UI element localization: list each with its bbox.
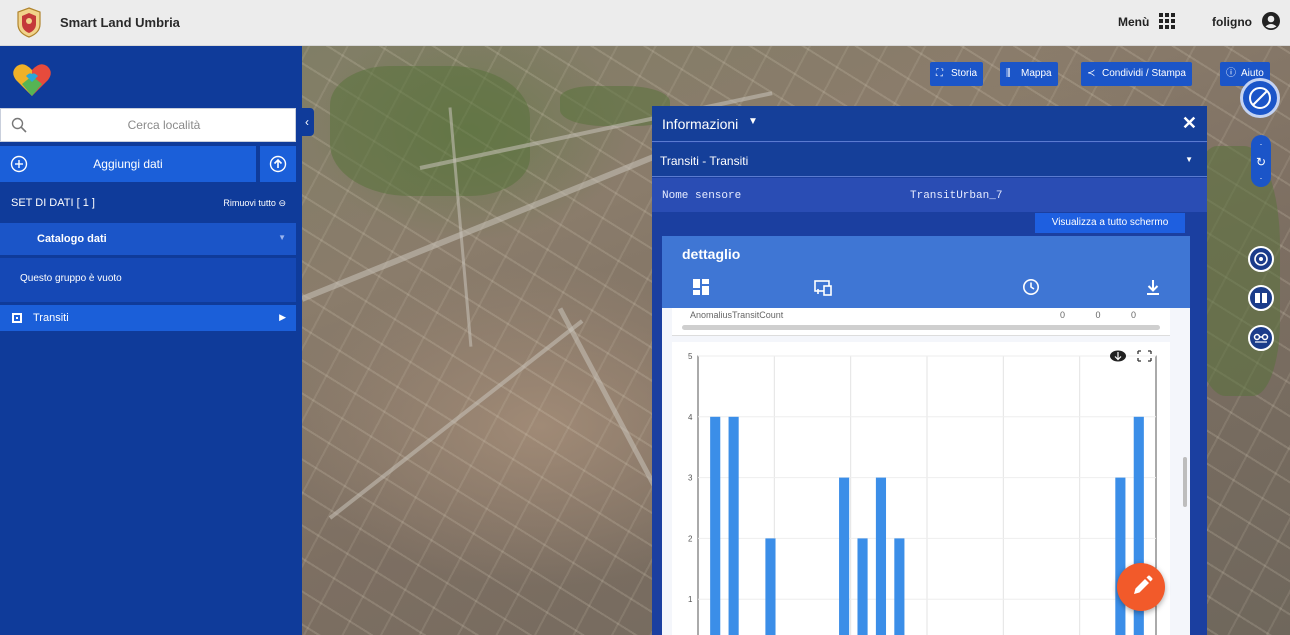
y-tick-label: 3 (688, 474, 693, 483)
sensor-value: TransitUrban_7 (910, 190, 1003, 202)
layer-select-dropdown[interactable]: Transiti - Transiti ▼ (652, 143, 1207, 177)
catalog-group[interactable]: Catalogo dati ▼ (0, 223, 296, 255)
split-view-icon (1255, 293, 1267, 303)
chevron-down-icon: ▼ (278, 233, 286, 242)
detail-title: dettaglio (682, 246, 741, 262)
user-name[interactable]: foligno (1212, 15, 1252, 29)
vertical-scrollbar[interactable] (1183, 457, 1187, 507)
layer-label: Transiti (33, 312, 69, 324)
municipality-crest-icon (17, 7, 41, 38)
y-tick-label: 4 (688, 413, 693, 422)
catalog-label: Catalogo dati (37, 233, 107, 245)
table-row-values: 0 0 0 (1059, 310, 1150, 320)
detail-card: dettaglio AnomaliusTransitCount 0 0 0 1 … (662, 236, 1190, 635)
top-header: Smart Land Umbria Menù foligno (0, 0, 1290, 46)
minus-circle-icon: ⊖ (278, 198, 286, 208)
history-icon: ⛶ (936, 68, 943, 79)
remove-all-button[interactable]: Rimuovi tutto ⊖ (223, 198, 286, 209)
mappa-button[interactable]: ⫼ Mappa (1000, 62, 1058, 86)
reset-rotation-icon[interactable]: ↻ (1251, 155, 1271, 169)
chart-download-icon[interactable] (1110, 350, 1126, 362)
pencil-icon (1134, 575, 1153, 594)
add-data-button[interactable]: Aggiungi dati (0, 146, 256, 182)
compass-control[interactable] (1240, 78, 1280, 118)
devices-icon[interactable] (814, 278, 832, 296)
zoom-out-icon[interactable]: · (1251, 173, 1271, 183)
chevron-left-icon: ‹ (305, 115, 309, 129)
chart-bar (710, 416, 721, 635)
transit-bar-chart: 1 2 3 4 5 (672, 342, 1170, 635)
y-tick-label: 2 (688, 534, 693, 543)
table-row-label: AnomaliusTransitCount (690, 310, 784, 320)
collapse-sidebar-button[interactable]: ‹ (300, 108, 314, 136)
measure-button[interactable] (1248, 325, 1274, 351)
split-view-button[interactable] (1248, 285, 1274, 311)
datasets-header: SET DI DATI [ 1 ] Rimuovi tutto ⊖ (0, 188, 296, 218)
fullscreen-button[interactable]: Visualizza a tutto schermo (1035, 213, 1185, 233)
sensor-attribute-row: Nome sensore TransitUrban_7 (652, 178, 1207, 212)
share-icon: ≺ (1087, 68, 1096, 79)
remove-all-label: Rimuovi tutto (223, 198, 276, 208)
user-account-icon[interactable] (1261, 11, 1281, 31)
info-panel-header: Informazioni ▼ ✕ (652, 106, 1207, 142)
chevron-down-icon: ▼ (1185, 155, 1193, 164)
app-title: Smart Land Umbria (60, 15, 180, 30)
layers-settings-icon: ⫼ (1006, 68, 1011, 79)
sensor-key: Nome sensore (662, 190, 742, 202)
menu-label[interactable]: Menù (1118, 15, 1149, 29)
chart-bar (839, 477, 850, 635)
location-search-input[interactable] (41, 109, 287, 141)
empty-group-message: Questo gruppo è vuoto (0, 258, 296, 302)
close-icon[interactable]: ✕ (1182, 113, 1197, 134)
apps-grid-icon[interactable] (1157, 11, 1177, 31)
add-data-label: Aggiungi dati (93, 157, 163, 171)
share-print-button[interactable]: ≺ Condividi / Stampa (1081, 62, 1192, 86)
bar-chart-svg: 1 2 3 4 5 (688, 350, 1157, 635)
crosshair-icon (1254, 252, 1268, 266)
chevron-down-icon[interactable]: ▼ (748, 116, 758, 127)
locate-button[interactable] (1248, 246, 1274, 272)
upload-button[interactable] (260, 146, 296, 182)
y-tick-label: 5 (688, 352, 693, 361)
layer-select-value: Transiti - Transiti (660, 154, 749, 168)
empty-group-label: Questo gruppo è vuoto (20, 273, 122, 284)
map-road (328, 319, 584, 520)
measure-icon (1253, 333, 1269, 343)
storia-button[interactable]: ⛶ Storia (930, 62, 984, 86)
chart-bar (728, 416, 739, 635)
layer-checkbox[interactable] (12, 313, 22, 323)
zoom-in-icon[interactable]: · (1251, 139, 1271, 149)
layer-item-transiti[interactable]: Transiti ▶ (0, 305, 296, 331)
chart-bar (894, 538, 905, 635)
zoom-control[interactable]: · ↻ · (1251, 135, 1271, 187)
chevron-right-icon: ▶ (279, 312, 286, 322)
chart-bar (765, 538, 776, 635)
info-panel: Informazioni ▼ ✕ Transiti - Transiti ▼ N… (652, 106, 1207, 635)
chart-bar (875, 477, 887, 635)
chart-bar (1115, 477, 1126, 635)
download-icon[interactable] (1144, 278, 1162, 296)
dashboard-icon[interactable] (692, 278, 710, 296)
edit-fab-button[interactable] (1117, 563, 1165, 611)
compass-icon (1249, 87, 1271, 109)
map-field (330, 66, 530, 196)
horizontal-scrollbar[interactable] (682, 325, 1160, 330)
help-icon: ⓘ (1226, 68, 1236, 79)
clock-icon[interactable] (1022, 278, 1040, 296)
datasets-title: SET DI DATI [ 1 ] (11, 197, 95, 209)
left-sidebar: Aggiungi dati SET DI DATI [ 1 ] Rimuovi … (0, 46, 314, 635)
umbria-heart-logo (13, 64, 51, 96)
storia-label: Storia (951, 68, 978, 79)
chart-bar (857, 538, 868, 635)
upload-icon (269, 155, 287, 173)
info-panel-title[interactable]: Informazioni (662, 116, 738, 132)
detail-table: AnomaliusTransitCount 0 0 0 (672, 308, 1170, 336)
location-search-box (0, 108, 296, 142)
mappa-label: Mappa (1021, 68, 1052, 79)
y-tick-label: 1 (688, 595, 693, 604)
search-icon (11, 117, 27, 133)
share-print-label: Condividi / Stampa (1102, 68, 1186, 79)
detail-header: dettaglio (662, 236, 1190, 308)
